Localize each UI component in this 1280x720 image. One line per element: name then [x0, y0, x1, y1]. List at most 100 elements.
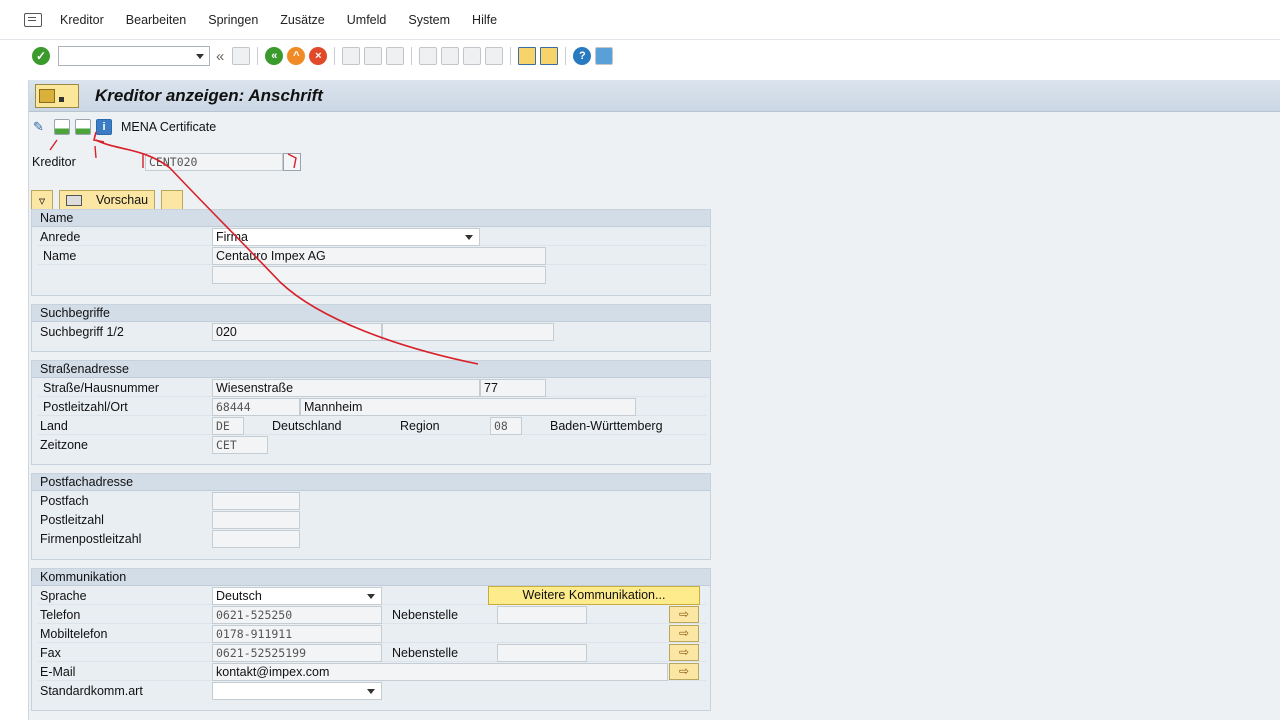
phone-extension-field[interactable]	[497, 606, 587, 624]
po-box-group-title: Postfachadresse	[32, 474, 710, 491]
customize-layout-icon[interactable]	[595, 47, 614, 65]
menu-springen[interactable]: Springen	[208, 13, 258, 27]
language-label: Sprache	[40, 589, 87, 603]
cancel-icon[interactable]: ×	[309, 47, 328, 65]
previous-page-icon[interactable]	[441, 47, 460, 65]
standard-toolbar: ✓ « « ^ × ?	[0, 40, 1280, 72]
country-code-field[interactable]: DE	[212, 417, 244, 435]
phone-label: Telefon	[40, 608, 81, 622]
new-session-icon[interactable]	[518, 47, 537, 65]
search-term-label: Suchbegriff 1/2	[40, 325, 124, 339]
po-box-field[interactable]	[212, 492, 300, 510]
standard-comm-type-label: Standardkomm.art	[40, 684, 143, 698]
timezone-field[interactable]: CET	[212, 436, 268, 454]
first-page-icon[interactable]	[419, 47, 438, 65]
other-vendor-icon[interactable]	[54, 119, 70, 135]
name-label: Name	[43, 249, 77, 263]
find-next-icon[interactable]	[386, 47, 405, 65]
email-field[interactable]: kontakt@impex.com	[212, 663, 668, 681]
exit-icon[interactable]: ^	[287, 47, 306, 65]
name2-field[interactable]	[212, 266, 546, 284]
shortcut-icon[interactable]	[540, 47, 559, 65]
enter-check-icon[interactable]: ✓	[32, 47, 50, 65]
preview-label: Vorschau	[96, 193, 149, 207]
international-version-icon[interactable]	[161, 190, 184, 210]
region-label: Region	[400, 419, 440, 433]
language-dropdown[interactable]: Deutsch	[212, 587, 382, 605]
email-label: E-Mail	[40, 665, 76, 679]
kreditor-field[interactable]: CENT020	[145, 153, 283, 171]
mena-certificate-button[interactable]: MENA Certificate	[121, 120, 216, 134]
street-field[interactable]: Wiesenstraße	[212, 379, 480, 397]
find-icon[interactable]	[364, 47, 383, 65]
collapse-command-icon[interactable]: «	[216, 48, 224, 65]
po-box-postal-code-field[interactable]	[212, 511, 300, 529]
page-title: Kreditor anzeigen: Anschrift	[95, 85, 323, 105]
po-box-label: Postfach	[40, 494, 89, 508]
menu-hilfe[interactable]: Hilfe	[472, 13, 497, 27]
toolbar-separator	[257, 47, 259, 65]
postal-code-city-label: Postleitzahl/Ort	[43, 400, 128, 414]
company-postal-code-field[interactable]	[212, 530, 300, 548]
search-terms-group: Suchbegriffe Suchbegriff 1/2 020	[31, 304, 711, 352]
po-box-address-group: Postfachadresse Postfach Postleitzahl Fi…	[31, 473, 711, 560]
help-icon[interactable]: ?	[573, 47, 592, 65]
anrede-label: Anrede	[40, 230, 81, 244]
anrede-dropdown[interactable]: Firma	[212, 228, 480, 246]
more-communication-button[interactable]: Weitere Kommunikation...	[488, 586, 700, 605]
menu-icon[interactable]	[24, 12, 42, 27]
menu-umfeld[interactable]: Umfeld	[347, 13, 387, 27]
collapse-icon[interactable]: ▿	[31, 190, 53, 210]
search-term-2-field[interactable]	[382, 323, 554, 341]
fax-extension-label: Nebenstelle	[392, 646, 459, 660]
timezone-label: Zeitzone	[40, 438, 88, 452]
title-bar: Kreditor anzeigen: Anschrift	[29, 80, 1280, 112]
menu-zusaetze[interactable]: Zusätze	[280, 13, 324, 27]
printer-icon	[66, 194, 82, 206]
country-name: Deutschland	[272, 419, 342, 433]
fax-field[interactable]: 0621-52525199	[212, 644, 382, 662]
next-page-icon[interactable]	[463, 47, 482, 65]
communication-group: Kommunikation Sprache Deutsch Weitere Ko…	[31, 568, 711, 711]
region-code-field[interactable]: 08	[490, 417, 522, 435]
display-change-icon[interactable]: ✎	[33, 119, 49, 135]
email-more-arrow-icon[interactable]: ⇨	[669, 663, 699, 680]
row-divider	[38, 434, 706, 435]
street-label: Straße/Hausnummer	[43, 381, 160, 395]
back-icon[interactable]: «	[265, 47, 284, 65]
fax-extension-field[interactable]	[497, 644, 587, 662]
street-address-group-title: Straßenadresse	[32, 361, 710, 378]
other-data-icon[interactable]	[75, 119, 91, 135]
application-toolbar: ✎ i MENA Certificate	[29, 114, 216, 140]
company-postal-code-label: Firmenpostleitzahl	[40, 532, 142, 546]
house-number-field[interactable]: 77	[480, 379, 546, 397]
name-field[interactable]: Centauro Impex AG	[212, 247, 546, 265]
postal-code-field[interactable]: 68444	[212, 398, 300, 416]
menu-system[interactable]: System	[408, 13, 450, 27]
menu-bearbeiten[interactable]: Bearbeiten	[126, 13, 186, 27]
name-group-title: Name	[32, 210, 710, 227]
toolbar-separator	[411, 47, 413, 65]
search-terms-group-title: Suchbegriffe	[32, 305, 710, 322]
info-icon[interactable]: i	[96, 119, 112, 135]
kreditor-search-help-icon[interactable]	[283, 153, 301, 171]
last-page-icon[interactable]	[485, 47, 504, 65]
mobile-field[interactable]: 0178-911911	[212, 625, 382, 643]
print-icon[interactable]	[342, 47, 361, 65]
toolbar-separator	[334, 47, 336, 65]
standard-comm-type-dropdown[interactable]	[212, 682, 382, 700]
command-field[interactable]	[58, 46, 210, 66]
search-term-1-field[interactable]: 020	[212, 323, 382, 341]
city-field[interactable]: Mannheim	[300, 398, 636, 416]
phone-more-arrow-icon[interactable]: ⇨	[669, 606, 699, 623]
save-icon[interactable]	[232, 47, 251, 65]
preview-button[interactable]: Vorschau	[59, 190, 156, 210]
fax-more-arrow-icon[interactable]: ⇨	[669, 644, 699, 661]
screen-subtoolbar: ▿ Vorschau	[31, 190, 184, 210]
po-box-postal-code-label: Postleitzahl	[40, 513, 104, 527]
transaction-badge-icon	[35, 83, 79, 108]
mobile-more-arrow-icon[interactable]: ⇨	[669, 625, 699, 642]
main-screen: Kreditor anzeigen: Anschrift ✎ i MENA Ce…	[28, 80, 1280, 720]
menu-kreditor[interactable]: Kreditor	[60, 13, 104, 27]
phone-field[interactable]: 0621-525250	[212, 606, 382, 624]
